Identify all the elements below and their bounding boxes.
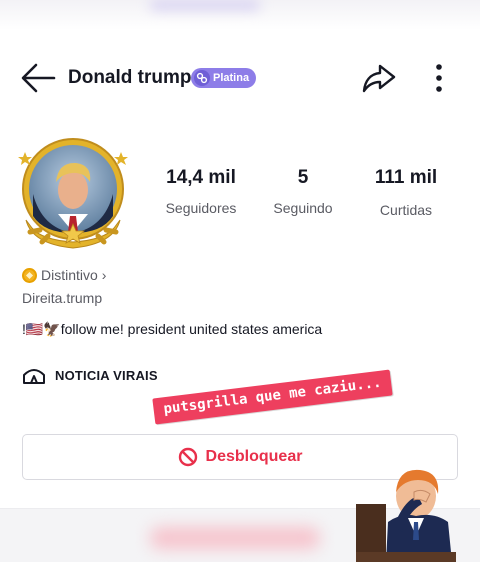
more-vertical-icon xyxy=(436,64,442,92)
following-count: 5 xyxy=(297,167,309,188)
profile-header: Donald trump Platina xyxy=(0,54,480,102)
profile-link[interactable]: NOTICIA VIRAIS xyxy=(22,365,158,385)
arrow-left-icon xyxy=(21,63,56,93)
badge-label: Platina xyxy=(213,72,250,84)
stat-likes[interactable]: 111 mil Curtidas xyxy=(366,167,446,218)
coin-icon xyxy=(22,267,37,283)
likes-label: Curtidas xyxy=(379,202,433,218)
block-icon xyxy=(178,447,197,467)
share-button[interactable] xyxy=(360,62,398,94)
stat-followers[interactable]: 14,4 mil Seguidores xyxy=(160,167,242,216)
following-label: Seguindo xyxy=(273,200,333,216)
avatar[interactable] xyxy=(12,132,134,254)
share-arrow-icon xyxy=(362,64,396,93)
status-area-blur xyxy=(0,0,480,30)
page-title: Donald trump xyxy=(68,67,192,88)
username: Direita.trump xyxy=(22,290,103,306)
distintivo-label: Distintivo xyxy=(41,267,98,283)
reaction-gif-sticker xyxy=(356,460,456,562)
bio-text: !🇺🇸🦅follow me! president united states a… xyxy=(22,321,323,337)
platina-badge[interactable]: Platina xyxy=(191,68,257,88)
tent-icon xyxy=(23,369,45,384)
more-options-button[interactable] xyxy=(428,62,450,94)
gold-laurel-frame-icon xyxy=(18,138,128,249)
unblock-label: Desbloquear xyxy=(205,448,303,465)
back-button[interactable] xyxy=(18,62,58,94)
followers-count: 14,4 mil xyxy=(166,167,236,188)
likes-count: 111 mil xyxy=(374,167,438,188)
badge-icon xyxy=(194,70,210,86)
profile-link-label: NOTICIA VIRAIS xyxy=(55,367,158,383)
followers-label: Seguidores xyxy=(165,200,237,216)
chevron-right-icon: › xyxy=(101,267,107,283)
text-sticker: putsgrilla que me caziu... xyxy=(152,369,393,425)
distintivo-link[interactable]: Distintivo › xyxy=(22,267,106,283)
stat-following[interactable]: 5 Seguindo xyxy=(268,167,338,216)
